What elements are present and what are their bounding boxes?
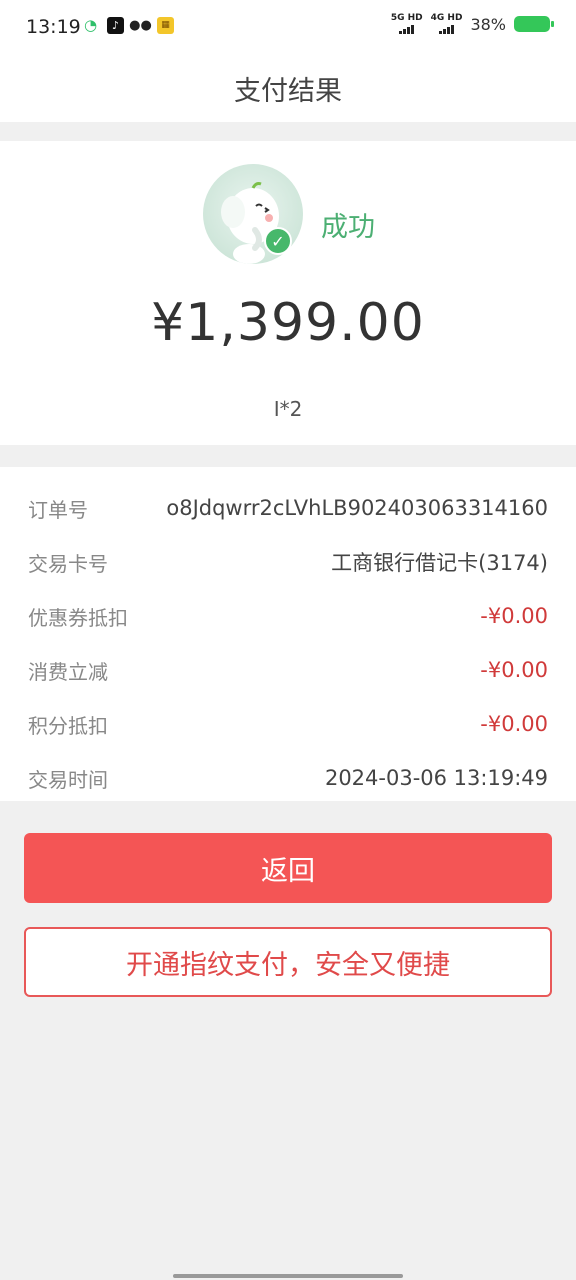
card-info: 工商银行借记卡(3174) — [331, 551, 548, 575]
detail-row-order-no: 订单号 o8Jdqwrr2cLVhLB902403063314160 — [28, 493, 548, 523]
detail-row-card: 交易卡号 工商银行借记卡(3174) — [28, 547, 548, 577]
payment-status: 成功 — [321, 212, 375, 243]
transaction-time: 2024-03-06 13:19:49 — [324, 766, 548, 790]
signal-4g-icon: 4G HD — [431, 14, 462, 34]
notification-icons: ◔ ♪ ●● ▦ — [82, 17, 174, 34]
status-bar: 13:19 ◔ ♪ ●● ▦ 5G HD 4G HD 38% — [0, 0, 576, 54]
result-card: ✓ 成功 ¥1,399.00 I*2 — [0, 141, 576, 445]
qq-icon: ◔ — [83, 16, 98, 34]
wechat-icon: ●● — [129, 18, 152, 33]
back-button[interactable]: 返回 — [24, 833, 552, 903]
detail-row-points: 积分抵扣 -¥0.00 — [28, 709, 548, 739]
battery-percent: 38% — [470, 14, 506, 34]
order-details: 订单号 o8Jdqwrr2cLVhLB902403063314160 交易卡号 … — [0, 467, 576, 801]
enable-fingerprint-button[interactable]: 开通指纹支付，安全又便捷 — [24, 927, 552, 997]
home-indicator[interactable] — [173, 1274, 403, 1278]
detail-row-instant-discount: 消费立减 -¥0.00 — [28, 655, 548, 685]
battery-icon — [514, 16, 554, 32]
detail-label: 消费立减 — [28, 659, 108, 684]
order-number: o8Jdqwrr2cLVhLB902403063314160 — [166, 496, 548, 520]
detail-row-time: 交易时间 2024-03-06 13:19:49 — [28, 763, 548, 793]
detail-label: 优惠券抵扣 — [28, 605, 128, 630]
signal-5g-icon: 5G HD — [391, 14, 423, 34]
page-header: 支付结果 — [0, 54, 576, 122]
coupon-discount: -¥0.00 — [480, 604, 548, 628]
detail-label: 积分抵扣 — [28, 713, 108, 738]
app-icon: ▦ — [157, 17, 174, 34]
status-time: 13:19 — [26, 16, 81, 38]
detail-row-coupon: 优惠券抵扣 -¥0.00 — [28, 601, 548, 631]
instant-discount: -¥0.00 — [480, 658, 548, 682]
detail-label: 交易卡号 — [28, 551, 108, 576]
status-right: 5G HD 4G HD 38% — [391, 14, 554, 34]
detail-label: 订单号 — [28, 497, 88, 522]
success-check-icon: ✓ — [264, 227, 292, 255]
tiktok-icon: ♪ — [107, 17, 124, 34]
detail-label: 交易时间 — [28, 767, 108, 792]
points-discount: -¥0.00 — [480, 712, 548, 736]
page-title: 支付结果 — [234, 75, 342, 107]
payment-amount: ¥1,399.00 — [151, 293, 425, 353]
goods-description: I*2 — [273, 397, 303, 421]
